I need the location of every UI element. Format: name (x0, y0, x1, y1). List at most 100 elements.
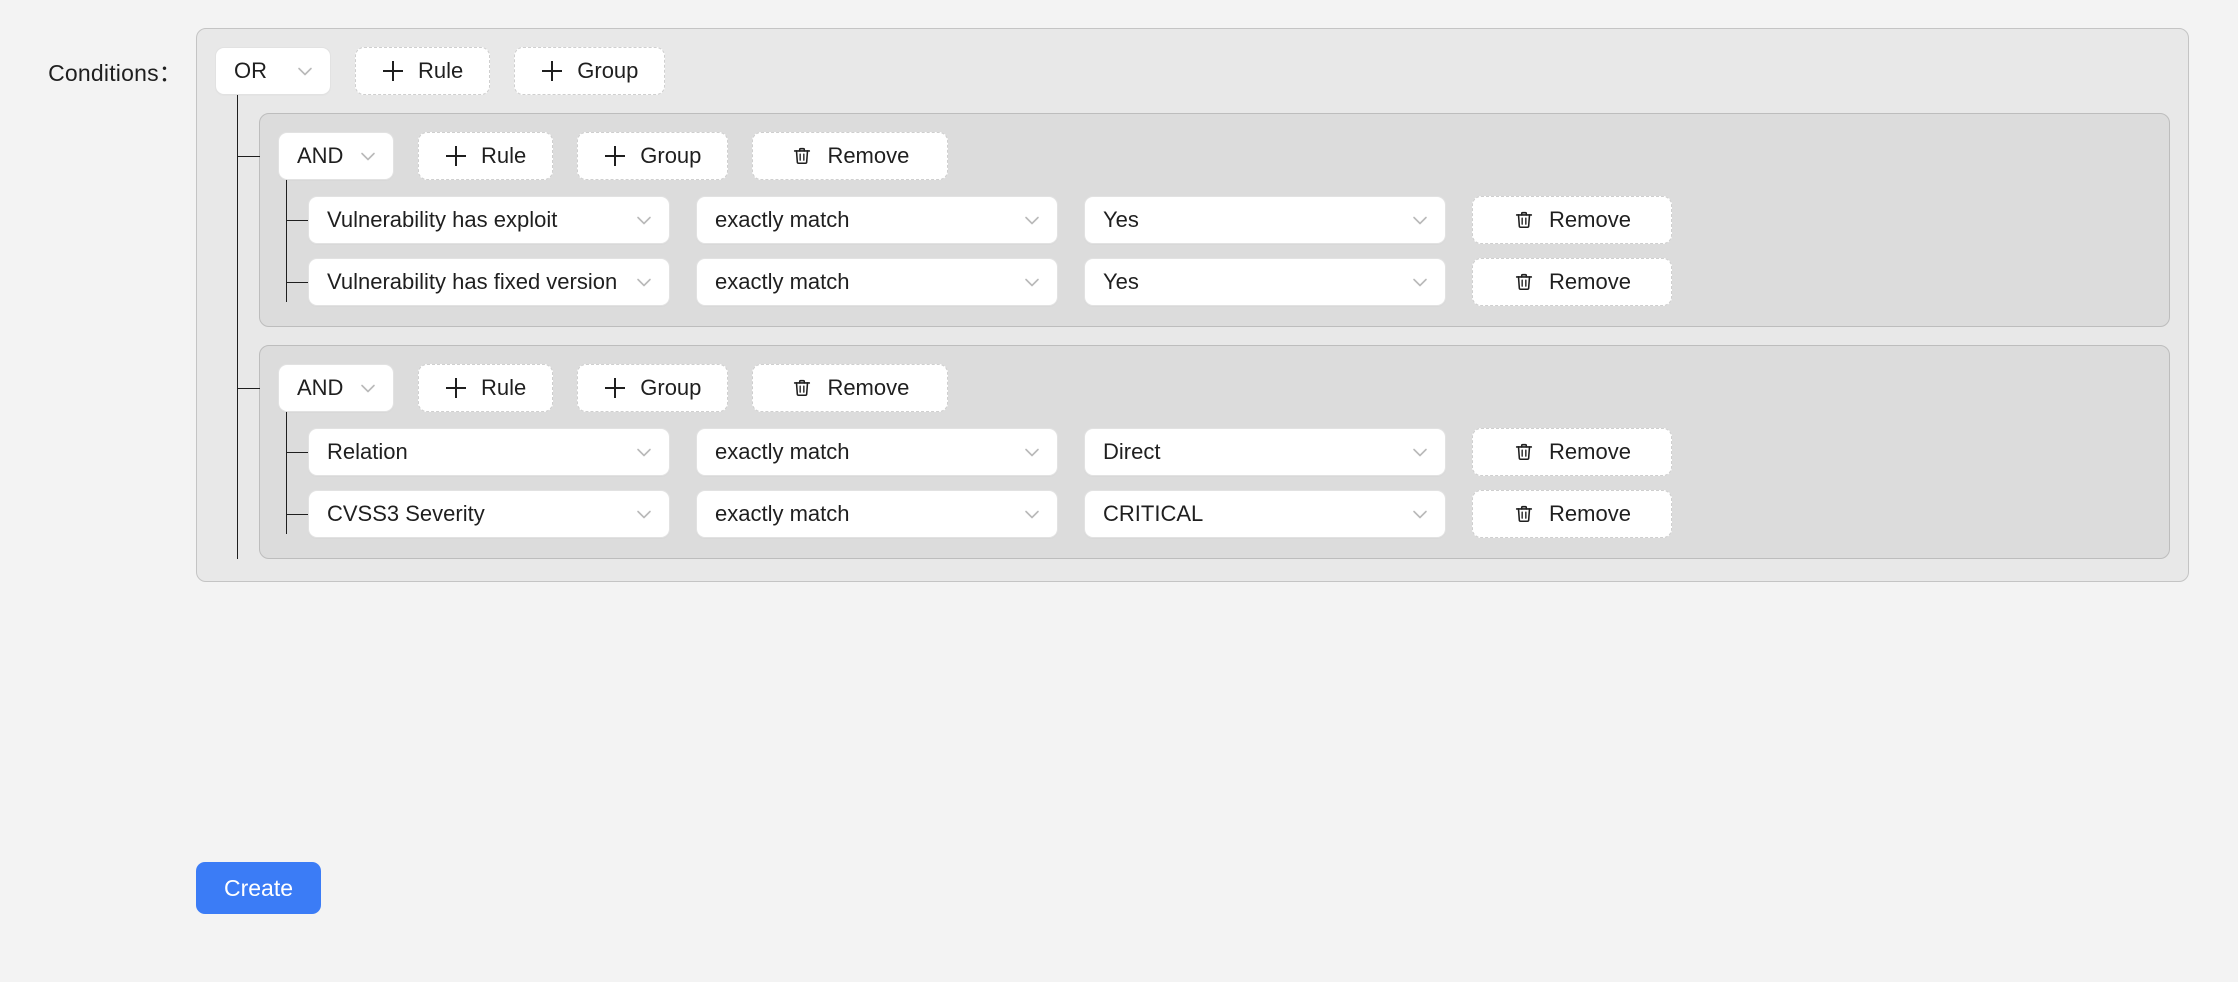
group-remove-button[interactable]: Remove (752, 364, 949, 412)
root-add-group-button[interactable]: Group (514, 47, 666, 95)
tree-connector-tick (286, 452, 308, 453)
chevron-down-icon (294, 60, 316, 82)
group-add-rule-button[interactable]: Rule (418, 364, 554, 412)
rule-value-select[interactable]: Yes (1084, 258, 1446, 306)
group-add-group-label: Group (640, 143, 702, 168)
chevron-down-icon (633, 503, 655, 525)
rule-remove-label: Remove (1549, 501, 1631, 526)
root-operator-select[interactable]: OR (215, 47, 331, 95)
root-operator-value: OR (234, 58, 267, 83)
rule-operator-value: exactly match (715, 439, 850, 464)
group-header: AND Rule Group Remove (278, 364, 2151, 412)
root-add-group-label: Group (577, 58, 639, 83)
chevron-down-icon (633, 271, 655, 293)
query-builder-page: Conditions： OR Rule Group AND Rule Group… (0, 0, 2238, 982)
rule-operator-select[interactable]: exactly match (696, 258, 1058, 306)
chevron-down-icon (1409, 503, 1431, 525)
chevron-down-icon (633, 209, 655, 231)
group-operator-value: AND (297, 375, 344, 400)
rule-value-value: Direct (1103, 439, 1161, 464)
condition-group: AND Rule Group (238, 113, 2170, 327)
rule-value-value: Yes (1103, 207, 1139, 232)
create-button-wrap: Create (196, 862, 322, 914)
plus-icon (541, 60, 563, 82)
group-add-rule-label: Rule (481, 143, 527, 168)
condition-group: AND Rule Group (238, 345, 2170, 559)
rule-field-select[interactable]: CVSS3 Severity (308, 490, 670, 538)
trash-icon (1513, 503, 1535, 525)
rule-field-select[interactable]: Vulnerability has exploit (308, 196, 670, 244)
rule-remove-button[interactable]: Remove (1472, 196, 1672, 244)
plus-icon (445, 145, 467, 167)
group-add-rule-label: Rule (481, 375, 527, 400)
trash-icon (791, 145, 813, 167)
trash-icon (1513, 441, 1535, 463)
create-button[interactable]: Create (196, 862, 322, 914)
group-remove-label: Remove (827, 375, 910, 400)
group-operator-select[interactable]: AND (278, 364, 394, 412)
rule-remove-label: Remove (1549, 439, 1631, 464)
rule-value-select[interactable]: Direct (1084, 428, 1446, 476)
tree-connector-tick (286, 514, 308, 515)
group-header: AND Rule Group Remove (278, 132, 2151, 180)
chevron-down-icon (1409, 441, 1431, 463)
subgroup-list: AND Rule Group Remove Vulnerability has … (215, 69, 2170, 559)
root-add-rule-label: Rule (418, 58, 464, 83)
trash-icon (1513, 209, 1535, 231)
rule-field-value: Vulnerability has exploit (327, 207, 558, 232)
tree-connector-tick (286, 220, 308, 221)
group-remove-button[interactable]: Remove (752, 132, 949, 180)
conditions-label: Conditions： (48, 60, 182, 86)
rule-row: Relation exactly match Direct Remove (286, 428, 2151, 476)
rule-row: Vulnerability has fixed version exactly … (286, 258, 2151, 306)
root-tree-spine (237, 69, 238, 559)
rule-field-value: CVSS3 Severity (327, 501, 485, 526)
chevron-down-icon (1021, 209, 1043, 231)
chevron-down-icon (633, 441, 655, 463)
group-add-group-label: Group (640, 375, 702, 400)
rule-value-select[interactable]: Yes (1084, 196, 1446, 244)
rule-remove-button[interactable]: Remove (1472, 428, 1672, 476)
trash-icon (1513, 271, 1535, 293)
plus-icon (604, 145, 626, 167)
chevron-down-icon (357, 145, 379, 167)
root-group-header: OR Rule Group (215, 47, 2170, 95)
rule-field-select[interactable]: Vulnerability has fixed version (308, 258, 670, 306)
rule-value-select[interactable]: CRITICAL (1084, 490, 1446, 538)
rule-row: CVSS3 Severity exactly match CRITICAL Re… (286, 490, 2151, 538)
group-add-rule-button[interactable]: Rule (418, 132, 554, 180)
rule-list: Relation exactly match Direct Remove CVS… (278, 388, 2151, 538)
rule-remove-button[interactable]: Remove (1472, 258, 1672, 306)
plus-icon (382, 60, 404, 82)
conditions-row: Conditions： OR Rule Group AND Rule Group… (0, 28, 2238, 582)
plus-icon (604, 377, 626, 399)
chevron-down-icon (1409, 271, 1431, 293)
rule-remove-label: Remove (1549, 207, 1631, 232)
rule-operator-select[interactable]: exactly match (696, 490, 1058, 538)
rule-field-value: Relation (327, 439, 408, 464)
rule-row: Vulnerability has exploit exactly match (286, 196, 2151, 244)
root-add-rule-button[interactable]: Rule (355, 47, 491, 95)
rule-value-value: CRITICAL (1103, 501, 1204, 526)
chevron-down-icon (357, 377, 379, 399)
chevron-down-icon (1021, 503, 1043, 525)
chevron-down-icon (1021, 441, 1043, 463)
rule-remove-button[interactable]: Remove (1472, 490, 1672, 538)
rule-field-select[interactable]: Relation (308, 428, 670, 476)
group-remove-label: Remove (827, 143, 910, 168)
rule-remove-label: Remove (1549, 269, 1631, 294)
rule-operator-select[interactable]: exactly match (696, 196, 1058, 244)
chevron-down-icon (1021, 271, 1043, 293)
trash-icon (791, 377, 813, 399)
chevron-down-icon (1409, 209, 1431, 231)
tree-connector-tick (238, 156, 260, 157)
rule-operator-select[interactable]: exactly match (696, 428, 1058, 476)
group-operator-select[interactable]: AND (278, 132, 394, 180)
group-add-group-button[interactable]: Group (577, 364, 729, 412)
tree-connector-tick (286, 282, 308, 283)
tree-connector-tick (238, 388, 260, 389)
rule-operator-value: exactly match (715, 501, 850, 526)
rule-operator-value: exactly match (715, 269, 850, 294)
group-add-group-button[interactable]: Group (577, 132, 729, 180)
root-condition-group: OR Rule Group AND Rule Group Remove Vuln… (196, 28, 2189, 582)
